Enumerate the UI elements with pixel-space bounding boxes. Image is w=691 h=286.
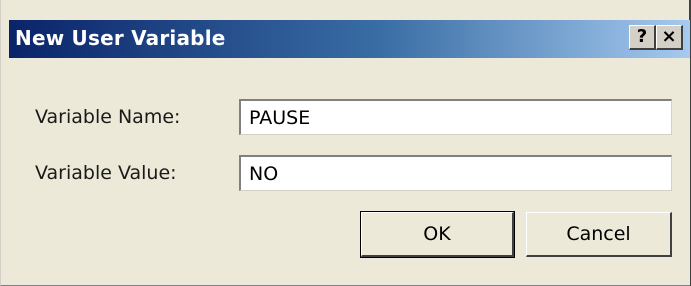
variable-value-label: Variable Value: xyxy=(35,162,177,184)
variable-name-input[interactable] xyxy=(239,99,672,135)
variable-name-label: Variable Name: xyxy=(35,106,181,128)
close-icon: × xyxy=(661,26,677,47)
dialog-title: New User Variable xyxy=(15,26,226,50)
help-icon: ? xyxy=(636,26,648,47)
ok-button[interactable]: OK xyxy=(360,211,515,258)
dialog-body: Variable Name: Variable Value: OK Cancel xyxy=(9,58,690,285)
variable-value-input[interactable] xyxy=(239,155,672,191)
cancel-button[interactable]: Cancel xyxy=(526,212,672,257)
new-user-variable-dialog: New User Variable ? × Variable Name: Var… xyxy=(0,0,691,286)
help-button[interactable]: ? xyxy=(629,25,656,50)
title-bar[interactable]: New User Variable ? × xyxy=(9,20,690,58)
close-button[interactable]: × xyxy=(656,25,683,50)
